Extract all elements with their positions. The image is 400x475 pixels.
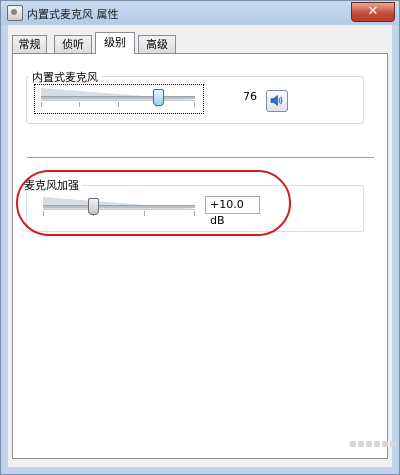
microphone-icon [7, 5, 23, 21]
slider-tick [41, 102, 42, 107]
tab-advanced[interactable]: 高级 [138, 35, 176, 53]
slider-tick [194, 102, 195, 107]
title-bar[interactable]: 内置式麦克风 属性 ✕ [1, 1, 399, 25]
microphone-slider[interactable] [41, 88, 197, 108]
slider-tick [118, 102, 119, 107]
tab-levels[interactable]: 级别 [95, 32, 135, 54]
microphone-label: 内置式麦克风 [29, 69, 101, 85]
microphone-slider-thumb[interactable] [153, 89, 165, 106]
mute-button[interactable] [266, 90, 288, 112]
window-title: 内置式麦克风 属性 [27, 8, 119, 21]
slider-tick [79, 102, 80, 107]
levels-panel: 内置式麦克风 76 麦克风加强 +10.0 dB [12, 53, 388, 459]
dialog-client: 常规 侦听 级别 高级 内置式麦克风 76 麦克风加强 +10.0 dB [8, 25, 392, 467]
tab-general[interactable]: 常规 [12, 35, 47, 53]
microphone-value: 76 [243, 90, 257, 103]
tab-listen[interactable]: 侦听 [54, 35, 92, 53]
divider [27, 157, 374, 159]
properties-window: 内置式麦克风 属性 ✕ 常规 侦听 级别 高级 内置式麦克风 76 麦克风加强 … [0, 0, 400, 475]
close-button[interactable]: ✕ [351, 2, 395, 22]
speaker-icon [270, 94, 283, 107]
highlight-ellipse [16, 170, 291, 236]
